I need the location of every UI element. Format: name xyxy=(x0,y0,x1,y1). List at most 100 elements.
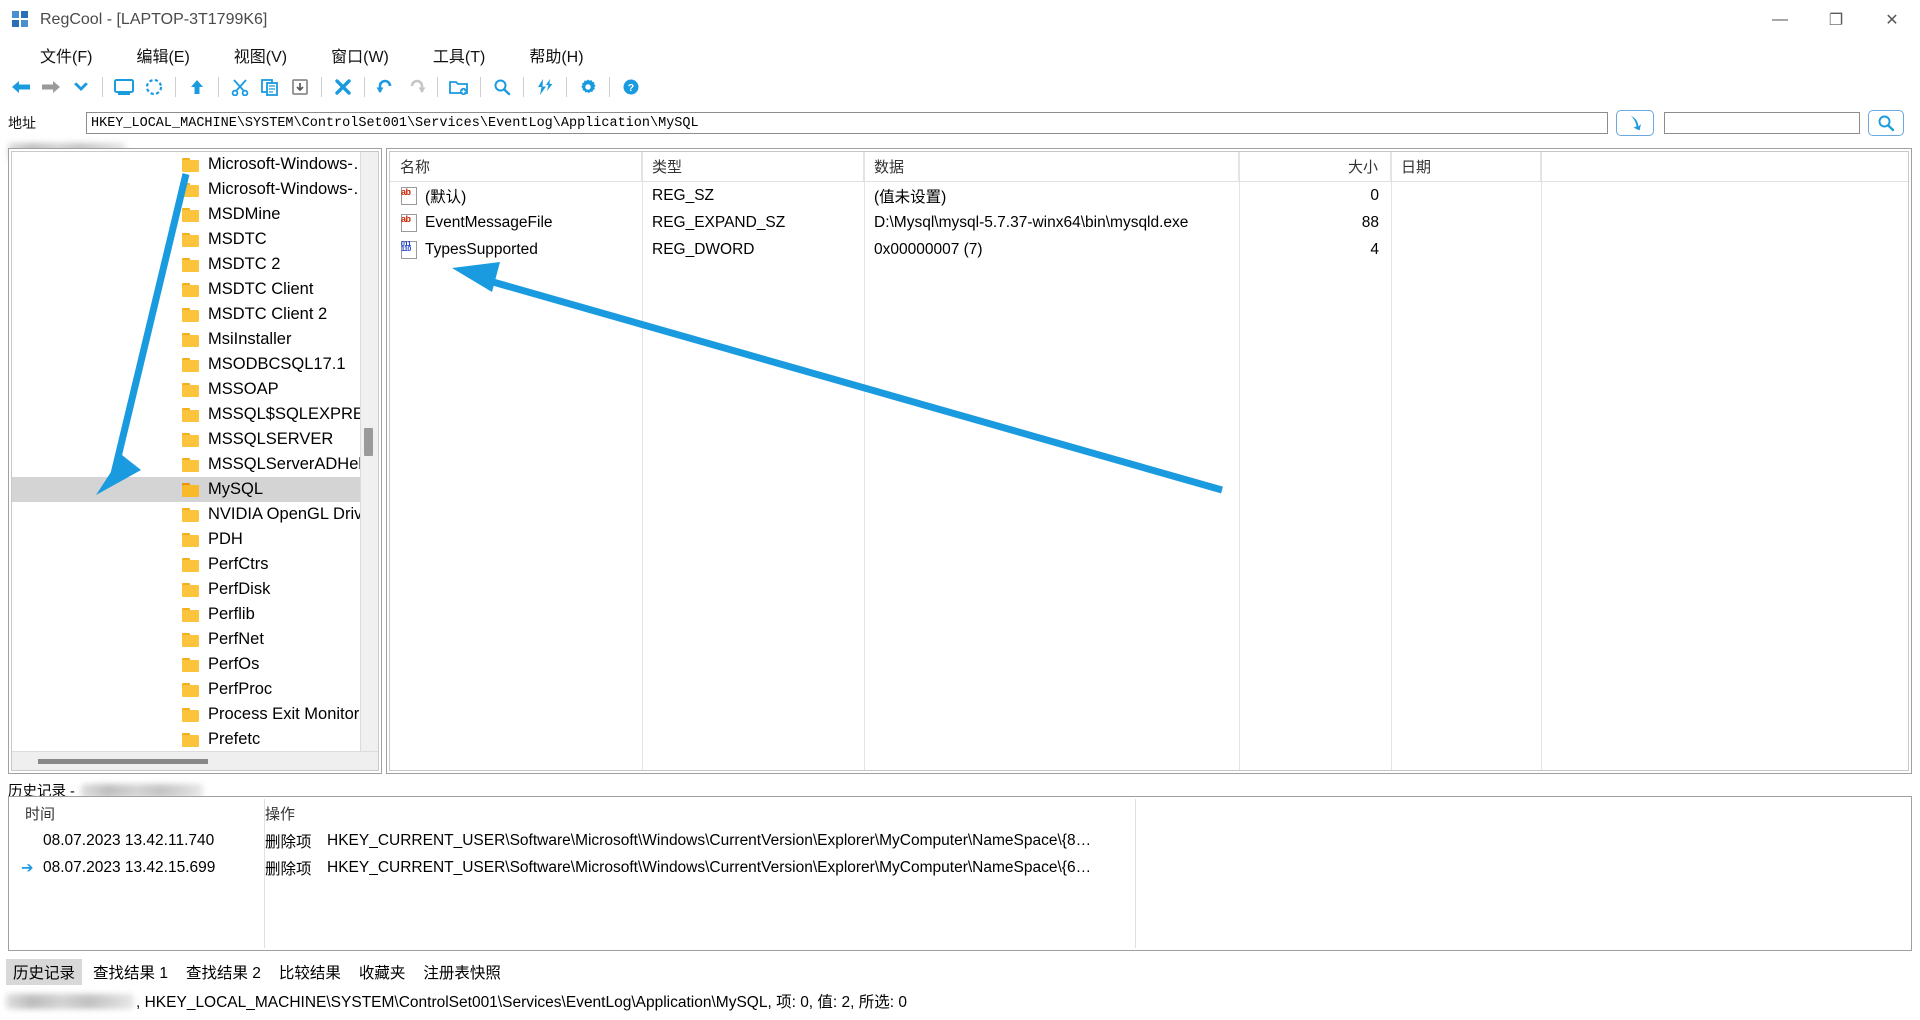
tree-item-perfdisk[interactable]: PerfDisk xyxy=(12,577,361,602)
menu-tools[interactable]: 工具(T) xyxy=(433,43,485,67)
cell-type: REG_SZ xyxy=(652,186,715,204)
folder-icon xyxy=(182,282,199,297)
help-circle-icon[interactable]: ? xyxy=(616,73,646,101)
history-row[interactable]: 08.07.2023 13.42.11.740 删除项 HKEY_CURRENT_U… xyxy=(11,827,1909,854)
column-data[interactable]: 数据 xyxy=(864,152,1239,181)
cell-name: ab EventMessageFile xyxy=(390,209,642,236)
tree-item-msodbcsql17-1[interactable]: MSODBCSQL17.1 xyxy=(12,352,361,377)
tree-item-pdh[interactable]: PDH xyxy=(12,527,361,552)
menu-help[interactable]: 帮助(H) xyxy=(529,43,583,67)
toolbar-separator xyxy=(364,77,365,97)
tree-item-prefetc[interactable]: Prefetc xyxy=(12,727,361,752)
refresh-icon[interactable] xyxy=(139,73,169,101)
column-operation[interactable]: 操作 xyxy=(251,799,371,827)
tree-item-perfctrs[interactable]: PerfCtrs xyxy=(12,552,361,577)
folder-icon xyxy=(182,457,199,472)
paste-icon[interactable] xyxy=(285,73,315,101)
lightning-icon[interactable] xyxy=(530,73,560,101)
column-size[interactable]: 大小 xyxy=(1239,152,1391,181)
up-arrow-icon[interactable] xyxy=(182,73,212,101)
menu-file[interactable]: 文件(F) xyxy=(40,43,92,67)
tree-item-msiinstaller[interactable]: MsiInstaller xyxy=(12,327,361,352)
window-title: RegCool - [LAPTOP-3T1799K6] xyxy=(40,11,268,28)
column-type[interactable]: 类型 xyxy=(642,152,864,181)
tree-item-microsoft-windows[interactable]: Microsoft-Windows-… xyxy=(12,152,361,177)
values-list[interactable]: 名称 类型 数据 大小 日期 ab (默认) REG_SZ (值未设置) 0 ab Even… xyxy=(389,151,1909,771)
undo-icon[interactable] xyxy=(371,73,401,101)
folder-icon xyxy=(182,682,199,697)
tree-vertical-scrollbar[interactable] xyxy=(360,152,378,752)
tree-item-process-exit-monitor[interactable]: Process Exit Monitor xyxy=(12,702,361,727)
tree-item-microsoft-windows[interactable]: Microsoft-Windows-… xyxy=(12,177,361,202)
tree-item-msdtc-client-2[interactable]: MSDTC Client 2 xyxy=(12,302,361,327)
close-icon[interactable]: ✕ xyxy=(1864,0,1920,40)
history-row[interactable]: ➔ 08.07.2023 13.42.15.699 删除项 HKEY_CURRENT_… xyxy=(11,854,1909,881)
folder-icon xyxy=(182,257,199,272)
copy-icon[interactable] xyxy=(255,73,285,101)
jump-to-icon[interactable] xyxy=(1616,110,1654,136)
registry-tree[interactable]: Microsoft-Windows-… Microsoft-Windows-… MS… xyxy=(11,151,379,771)
address-bar: 地址 HKEY_LOCAL_MACHINE\SYSTEM\ControlSet0… xyxy=(0,108,1920,138)
folder-icon xyxy=(182,557,199,572)
history-list[interactable]: 时间 操作 08.07.2023 13.42.11.740 删除项 HKEY_CUR… xyxy=(11,799,1909,948)
tree-item-label: MSSOAP xyxy=(208,380,279,398)
tree-item-label: NVIDIA OpenGL Driv xyxy=(208,505,361,523)
tree-item-msdtc[interactable]: MSDTC xyxy=(12,227,361,252)
back-arrow-icon[interactable] xyxy=(6,73,36,101)
menu-window[interactable]: 窗口(W) xyxy=(331,43,389,67)
tree-item-msdtc-2[interactable]: MSDTC 2 xyxy=(12,252,361,277)
cell-data: (值未设置) xyxy=(874,188,947,206)
menu-edit[interactable]: 编辑(E) xyxy=(136,43,189,67)
tree-item-perflib[interactable]: Perflib xyxy=(12,602,361,627)
tree-item-perfproc[interactable]: PerfProc xyxy=(12,677,361,702)
tree-item-mssql-sqlexpress[interactable]: MSSQL$SQLEXPRESS xyxy=(12,402,361,427)
tab-find-results-2[interactable]: 查找结果 2 xyxy=(179,959,268,985)
tab-history[interactable]: 历史记录 xyxy=(6,959,83,985)
gear-icon[interactable] xyxy=(573,73,603,101)
chevron-down-icon[interactable] xyxy=(66,73,96,101)
column-name[interactable]: 名称 xyxy=(390,152,642,181)
value-name-text: (默认) xyxy=(425,188,467,206)
new-folder-icon[interactable] xyxy=(444,73,474,101)
minimize-icon[interactable]: — xyxy=(1752,0,1808,40)
cell-operation: 删除项 xyxy=(265,860,312,878)
regcool-logo-icon xyxy=(12,11,30,29)
tab-find-results-1[interactable]: 查找结果 1 xyxy=(86,959,175,985)
folder-icon xyxy=(182,732,199,747)
tab-compare-results[interactable]: 比较结果 xyxy=(272,959,348,985)
values-list-row[interactable]: 011 110 TypesSupported REG_DWORD 0x00000007 … xyxy=(390,236,1908,263)
tab-favorites[interactable]: 收藏夹 xyxy=(352,959,413,985)
tab-registry-snapshots[interactable]: 注册表快照 xyxy=(416,959,508,985)
tree-item-mssqlserver[interactable]: MSSQLSERVER xyxy=(12,427,361,452)
tree-item-label: PerfCtrs xyxy=(208,555,269,573)
tree-item-mssoap[interactable]: MSSOAP xyxy=(12,377,361,402)
delete-x-icon[interactable] xyxy=(328,73,358,101)
forward-arrow-icon[interactable] xyxy=(36,73,66,101)
folder-icon xyxy=(182,357,199,372)
find-input[interactable] xyxy=(1664,112,1860,134)
tree-item-mysql[interactable]: MySQL xyxy=(12,477,361,502)
value-name-text: EventMessageFile xyxy=(425,213,553,231)
column-date[interactable]: 日期 xyxy=(1391,152,1541,181)
values-list-row[interactable]: ab EventMessageFile REG_EXPAND_SZ D:\Mysql\… xyxy=(390,209,1908,236)
menu-view[interactable]: 视图(V) xyxy=(234,43,287,67)
values-list-row[interactable]: ab (默认) REG_SZ (值未设置) 0 xyxy=(390,182,1908,209)
address-input[interactable]: HKEY_LOCAL_MACHINE\SYSTEM\ControlSet001\… xyxy=(86,112,1608,134)
main-split: Microsoft-Windows-… Microsoft-Windows-… MS… xyxy=(8,148,1912,774)
redo-icon[interactable] xyxy=(401,73,431,101)
tree-item-perfos[interactable]: PerfOs xyxy=(12,652,361,677)
find-search-icon[interactable] xyxy=(1868,110,1904,136)
column-time[interactable]: 时间 xyxy=(11,799,251,827)
tree-item-msdtc-client[interactable]: MSDTC Client xyxy=(12,277,361,302)
tree-item-msdmine[interactable]: MSDMine xyxy=(12,202,361,227)
tree-horizontal-scrollbar[interactable] xyxy=(12,751,378,770)
scissors-icon[interactable] xyxy=(225,73,255,101)
maximize-restore-icon[interactable]: ❐ xyxy=(1808,0,1864,40)
tree-item-perfnet[interactable]: PerfNet xyxy=(12,627,361,652)
search-icon[interactable] xyxy=(487,73,517,101)
tree-item-nvidia-opengl-driv[interactable]: NVIDIA OpenGL Driv xyxy=(12,502,361,527)
computer-icon[interactable] xyxy=(109,73,139,101)
tree-hscroll-thumb[interactable] xyxy=(38,759,208,764)
tree-vscroll-thumb[interactable] xyxy=(364,428,373,456)
tree-item-mssqlserveradhelp[interactable]: MSSQLServerADHelp xyxy=(12,452,361,477)
